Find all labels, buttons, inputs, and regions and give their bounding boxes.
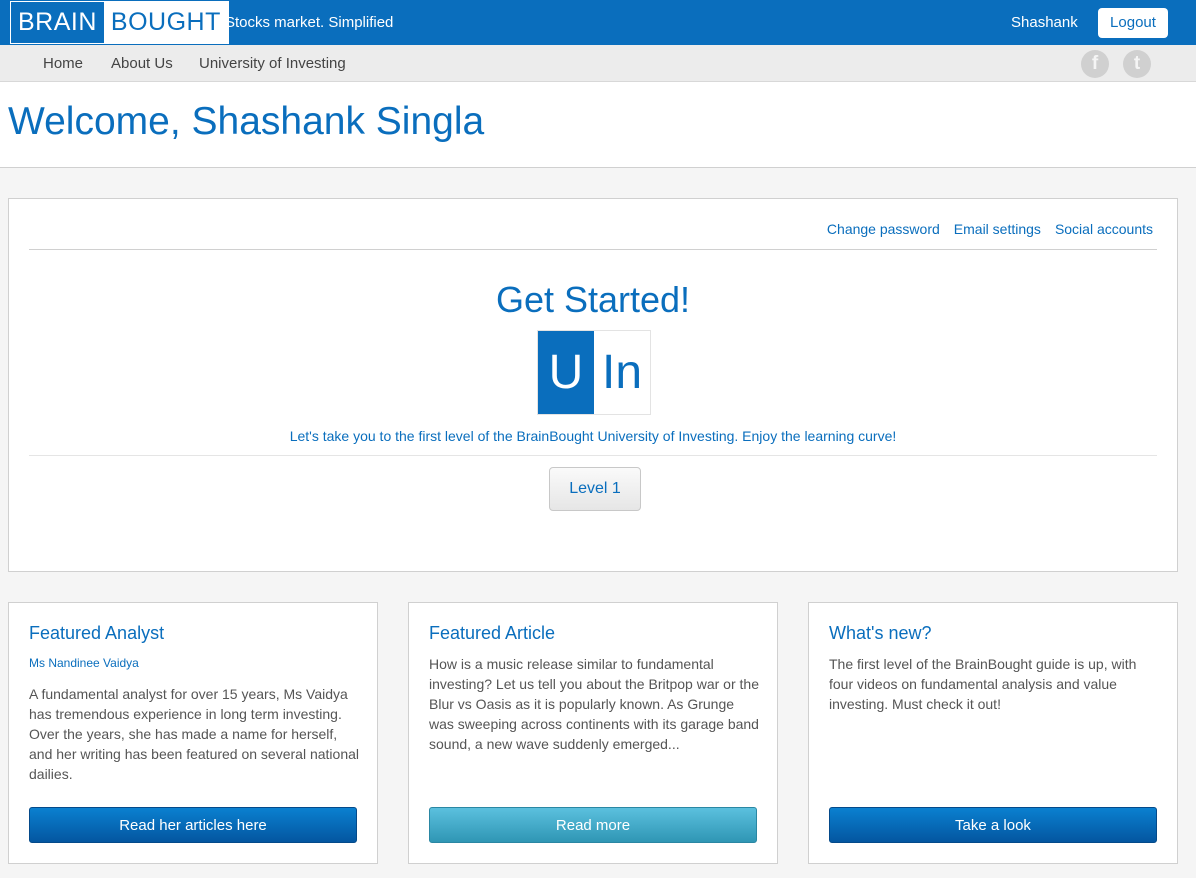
nav-item-home[interactable]: Home [43,55,83,72]
card-title: Featured Analyst [29,623,165,643]
divider [29,455,1157,456]
analyst-name-link[interactable]: Ms Nandinee Vaidya [29,656,139,670]
level-1-button[interactable]: Level 1 [549,467,641,511]
get-started-panel: Change password Email settings Social ac… [8,198,1178,572]
email-settings-link[interactable]: Email settings [954,221,1041,237]
read-her-articles-button[interactable]: Read her articles here [29,807,357,843]
university-logo-u: U [538,331,594,414]
divider [29,249,1157,250]
get-started-title: Get Started! [495,279,691,320]
brand-logo[interactable]: BRAIN BOUGHT [10,1,229,44]
change-password-link[interactable]: Change password [827,221,940,237]
tagline: Stocks market. Simplified [225,14,394,31]
account-links: Change password Email settings Social ac… [827,221,1153,237]
nav-item-university-of-investing[interactable]: University of Investing [199,55,346,72]
whats-new-card: What's new? The first level of the Brain… [808,602,1178,864]
card-body: The first level of the BrainBought guide… [829,656,1137,712]
logo-bought-text: BOUGHT [103,2,228,43]
card-title: Featured Article [429,623,556,643]
user-name[interactable]: Shashank [1011,14,1078,31]
intro-text: Let's take you to the first level of the… [289,428,897,444]
featured-analyst-card: Featured Analyst Ms Nandinee Vaidya A fu… [8,602,378,864]
nav-item-about-us[interactable]: About Us [111,55,173,72]
twitter-icon[interactable]: t [1123,50,1151,78]
university-logo-in: In [601,346,643,399]
card-body: A fundamental analyst for over 15 years,… [29,686,359,782]
featured-article-card: Featured Article How is a music release … [408,602,778,864]
logo-brain-text: BRAIN [18,8,97,36]
welcome-band: Welcome, Shashank Singla [0,82,1196,168]
take-a-look-button[interactable]: Take a look [829,807,1157,843]
top-bar: BRAIN BOUGHT Stocks market. Simplified S… [0,0,1196,45]
read-more-button[interactable]: Read more [429,807,757,843]
nav-bar: Home About Us University of Investing f … [0,45,1196,82]
page-title: Welcome, Shashank Singla [8,100,485,143]
logout-button[interactable]: Logout [1098,8,1168,38]
facebook-icon[interactable]: f [1081,50,1109,78]
card-title: What's new? [829,623,932,643]
card-body: How is a music release similar to fundam… [429,656,759,752]
social-accounts-link[interactable]: Social accounts [1055,221,1153,237]
university-logo: U In [537,330,651,415]
